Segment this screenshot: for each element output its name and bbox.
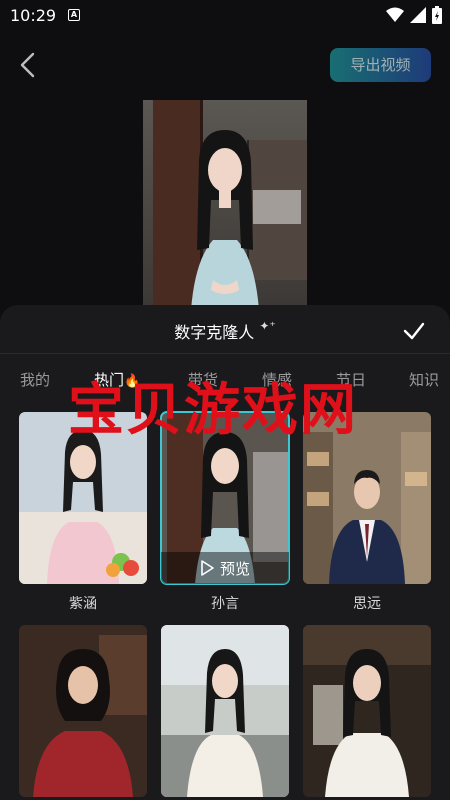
status-icons bbox=[386, 6, 442, 24]
sheet-title-wrap: 数字克隆人 ✦⁺ bbox=[0, 319, 450, 343]
avatar-card[interactable] bbox=[161, 625, 289, 797]
avatar-card[interactable] bbox=[19, 625, 147, 797]
avatar-name: 紫涵 bbox=[69, 596, 97, 612]
preview-label: 预览 bbox=[219, 559, 250, 578]
status-bar: 10:29 A bbox=[0, 0, 450, 30]
play-icon bbox=[201, 560, 214, 576]
check-icon bbox=[403, 322, 425, 340]
confirm-button[interactable] bbox=[402, 319, 426, 343]
avatar-thumbnail bbox=[19, 625, 147, 797]
video-preview[interactable] bbox=[143, 100, 307, 310]
wifi-icon bbox=[386, 7, 404, 22]
preview-button[interactable]: 预览 bbox=[161, 552, 289, 584]
sparkle-icon: ✦⁺ bbox=[259, 319, 276, 333]
status-time: 10:29 bbox=[10, 6, 57, 25]
avatar-name: 孙言 bbox=[211, 596, 239, 612]
avatar-thumbnail bbox=[161, 625, 289, 797]
signal-icon bbox=[410, 7, 426, 23]
export-video-button[interactable]: 导出视频 bbox=[330, 48, 431, 82]
tab-knowledge[interactable]: 知识 bbox=[409, 369, 439, 390]
chevron-left-icon bbox=[20, 52, 35, 78]
tab-mine[interactable]: 我的 bbox=[20, 369, 50, 390]
sheet-divider bbox=[0, 353, 450, 354]
avatar-thumbnail bbox=[303, 625, 431, 797]
preview-presenter-figure bbox=[191, 130, 259, 310]
back-button[interactable] bbox=[14, 50, 42, 80]
battery-icon bbox=[432, 6, 442, 24]
avatar-card[interactable] bbox=[303, 625, 431, 797]
sheet-title: 数字克隆人 bbox=[174, 323, 255, 342]
site-watermark: 宝贝游戏网 bbox=[68, 378, 358, 443]
notification-icon: A bbox=[68, 9, 80, 21]
avatar-name: 思远 bbox=[353, 596, 381, 612]
